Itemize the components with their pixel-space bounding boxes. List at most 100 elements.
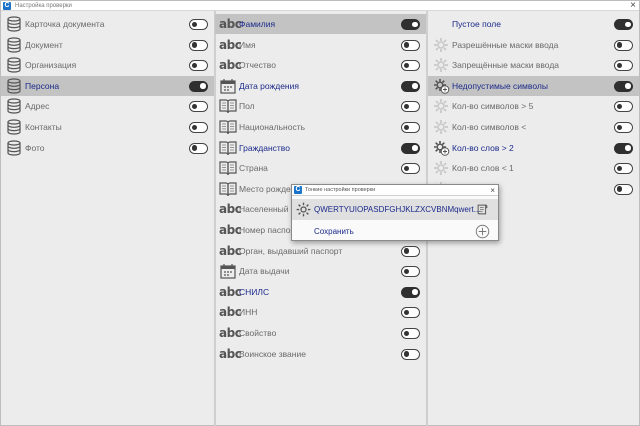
toggle-switch[interactable]	[614, 142, 633, 154]
scroll-icon[interactable]	[475, 202, 490, 217]
abc-text-icon: abc	[219, 326, 242, 340]
abc-text-icon: abc	[219, 223, 242, 237]
toggle-switch[interactable]	[401, 101, 420, 113]
toggle-switch[interactable]	[189, 19, 208, 30]
attributes-row[interactable]: abc Орган, выдавший паспорт	[215, 241, 426, 261]
attributes-row-label: Дата рождения	[239, 80, 299, 91]
checks-row[interactable]: Пустое поле	[428, 14, 639, 34]
database-icon	[5, 98, 23, 114]
toggle-switch[interactable]	[189, 60, 208, 72]
checks-row[interactable]: Разрешённые маски ввода	[428, 35, 639, 55]
toggle-switch[interactable]	[614, 80, 633, 92]
fields-row[interactable]: Карточка документа	[1, 14, 214, 34]
attributes-row[interactable]: abc Имя	[215, 35, 426, 55]
database-icon	[5, 57, 23, 73]
abc-text-icon: abc	[219, 346, 242, 361]
gear-faded-icon	[432, 119, 450, 135]
attributes-row[interactable]: Дата выдачи	[215, 261, 426, 281]
gear-faded-icon	[432, 98, 450, 114]
calendar-icon	[219, 78, 237, 94]
toggle-switch[interactable]	[401, 348, 420, 360]
abc-text-icon: abc	[219, 243, 242, 258]
attributes-row[interactable]: abc ИНН	[215, 302, 426, 322]
dialog-close-button[interactable]: ×	[490, 185, 495, 196]
toggle-switch[interactable]	[401, 19, 420, 30]
fields-row-label: Контакты	[25, 122, 62, 132]
attributes-row[interactable]: Национальность	[215, 117, 426, 137]
checks-row[interactable]: Кол-во слов > 2	[428, 138, 639, 158]
attributes-row[interactable]: abc Воинское звание	[215, 344, 426, 364]
attributes-row-label: Воинское звание	[239, 348, 306, 359]
dialog-title-bar: C Тонкие настройки проверки ×	[292, 185, 498, 196]
attributes-row[interactable]: Дата рождения	[215, 76, 426, 96]
fields-row-label: Документ	[25, 39, 63, 50]
dialog-title: Тонкие настройки проверки	[305, 187, 376, 193]
checks-row[interactable]: Запрещённые маски ввода	[428, 55, 639, 75]
attributes-row[interactable]: Пол	[215, 96, 426, 116]
toggle-switch[interactable]	[189, 80, 208, 92]
database-icon	[5, 78, 23, 94]
window-close-button[interactable]: ×	[630, 0, 636, 11]
gear-icon	[296, 202, 311, 217]
fields-row-label: Персона	[25, 80, 60, 91]
attributes-row[interactable]: abc Свойство	[215, 323, 426, 343]
toggle-switch[interactable]	[401, 286, 420, 298]
attributes-row[interactable]: abc СНИЛС	[215, 282, 426, 302]
attributes-row[interactable]: Гражданство	[215, 138, 426, 158]
gear-plus-icon	[432, 78, 450, 94]
toggle-switch[interactable]	[614, 122, 633, 133]
abc-text-icon: abc	[219, 17, 242, 31]
title-bar: C Настройка проверки ×	[1, 0, 639, 11]
toggle-switch[interactable]	[401, 266, 420, 278]
toggle-switch[interactable]	[614, 60, 633, 72]
fields-row[interactable]: Фото	[1, 138, 214, 158]
save-row[interactable]: Сохранить	[292, 221, 498, 242]
toggle-switch[interactable]	[189, 142, 208, 154]
toggle-switch[interactable]	[189, 101, 208, 113]
toggle-switch[interactable]	[401, 39, 420, 51]
attributes-row-label: Страна	[239, 163, 268, 174]
save-button[interactable]: Сохранить	[314, 221, 354, 242]
checks-row-label: Кол-во слов > 2	[452, 142, 514, 153]
toggle-switch[interactable]	[614, 163, 633, 175]
checks-row[interactable]: Недопустимые символы	[428, 75, 639, 96]
calendar-icon	[219, 263, 237, 279]
toggle-switch[interactable]	[614, 39, 633, 51]
toggle-switch[interactable]	[401, 122, 420, 133]
toggle-switch[interactable]	[401, 245, 420, 257]
toggle-switch[interactable]	[189, 39, 208, 51]
fields-row[interactable]: Адрес	[1, 96, 214, 116]
attributes-row-label: Пол	[239, 101, 255, 112]
toggle-switch[interactable]	[189, 122, 208, 133]
toggle-switch[interactable]	[401, 80, 420, 92]
toggle-switch[interactable]	[401, 307, 420, 319]
fields-row[interactable]: Контакты	[1, 117, 214, 137]
toggle-switch[interactable]	[614, 101, 633, 113]
attributes-row[interactable]: Страна	[215, 158, 426, 178]
attributes-row[interactable]: abc Фамилия	[215, 14, 426, 34]
checks-row[interactable]: Кол-во слов < 1	[428, 158, 639, 178]
window-title: Настройка проверки	[15, 3, 72, 9]
checks-row-label: Недопустимые символы	[452, 80, 548, 91]
abc-text-icon: abc	[219, 58, 242, 73]
fields-row[interactable]: Организация	[1, 55, 214, 75]
toggle-switch[interactable]	[614, 183, 633, 195]
fields-row[interactable]: Документ	[1, 35, 214, 55]
value-row[interactable]: QWERTYUIOPASDFGHJKLZXCVBNMqwert...	[292, 199, 498, 220]
fields-row[interactable]: Персона	[1, 75, 214, 96]
checks-row[interactable]: Кол-во символов <	[428, 117, 639, 137]
toggle-switch[interactable]	[401, 142, 420, 154]
toggle-switch[interactable]	[401, 163, 420, 175]
toggle-switch[interactable]	[401, 328, 420, 339]
gear-faded-icon	[432, 57, 450, 73]
gear-plus-icon	[432, 140, 450, 156]
gear-faded-icon	[432, 160, 450, 176]
checks-row[interactable]: Кол-во символов > 5	[428, 96, 639, 116]
toggle-switch[interactable]	[614, 19, 633, 30]
plus-circle-icon[interactable]	[475, 224, 490, 239]
book-icon	[219, 160, 237, 176]
attributes-row[interactable]: abc Отчество	[215, 55, 426, 75]
toggle-switch[interactable]	[401, 60, 420, 72]
checks-row-label: Разрешённые маски ввода	[452, 39, 559, 50]
checks-row-label: Кол-во слов < 1	[452, 163, 514, 174]
